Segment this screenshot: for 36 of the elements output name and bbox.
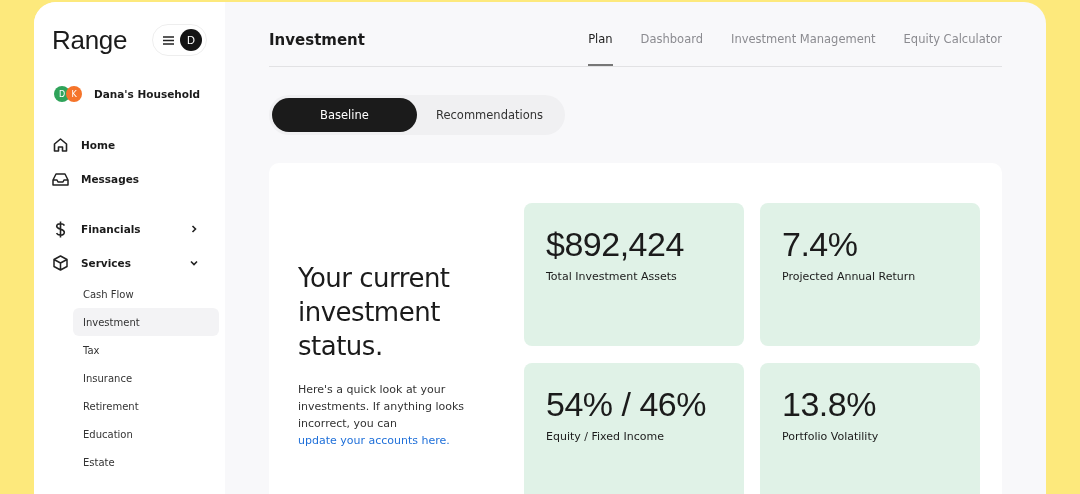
brand-logo[interactable]: Range [52,24,128,56]
cube-icon [52,255,69,271]
nav-subitem[interactable]: Insurance [73,364,219,392]
status-heading: Your current investment status. [298,262,451,363]
member-avatar: K [66,86,82,102]
avatar: D [180,29,202,51]
update-accounts-link[interactable]: update your accounts here. [298,434,450,447]
home-icon [52,137,69,153]
stat-value: 13.8% [782,385,877,424]
menu-button[interactable]: D [152,24,207,56]
segment-button[interactable]: Baseline [272,98,417,132]
intro-text: Here's a quick look at your investments. If anything looks incorrect, you can update your accounts here. [298,382,466,449]
page-title: Investment [269,30,365,49]
nav-item[interactable]: Financials [52,212,219,246]
household-name[interactable]: Dana's Household [94,88,201,100]
nav-subitem[interactable]: Education [73,420,219,448]
stat-label: Projected Annual Return [782,270,917,283]
menu-icon [163,35,174,45]
stat-label: Portfolio Volatility [782,430,880,443]
stat-value: 54% / 46% [546,385,707,424]
member-avatar: D [54,86,70,102]
stat-value: 7.4% [782,225,859,264]
nav-subitem[interactable]: Tax [73,336,219,364]
inbox-icon [52,171,69,187]
nav-item[interactable]: Messages [52,162,219,196]
tab[interactable]: Plan [588,2,613,66]
stat-label: Total Investment Assets [546,270,678,283]
stat-value: $892,424 [546,225,685,264]
nav-item[interactable]: Services [52,246,219,280]
stat-label: Equity / Fixed Income [546,430,665,443]
segment-button[interactable]: Recommendations [417,98,562,132]
nav-subitem[interactable]: Retirement [73,392,219,420]
nav-subitem[interactable]: Investment [73,308,219,336]
nav-item[interactable]: Home [52,128,219,162]
nav-subitem[interactable]: Estate [73,448,219,476]
nav-subitem[interactable]: Cash Flow [73,280,219,308]
